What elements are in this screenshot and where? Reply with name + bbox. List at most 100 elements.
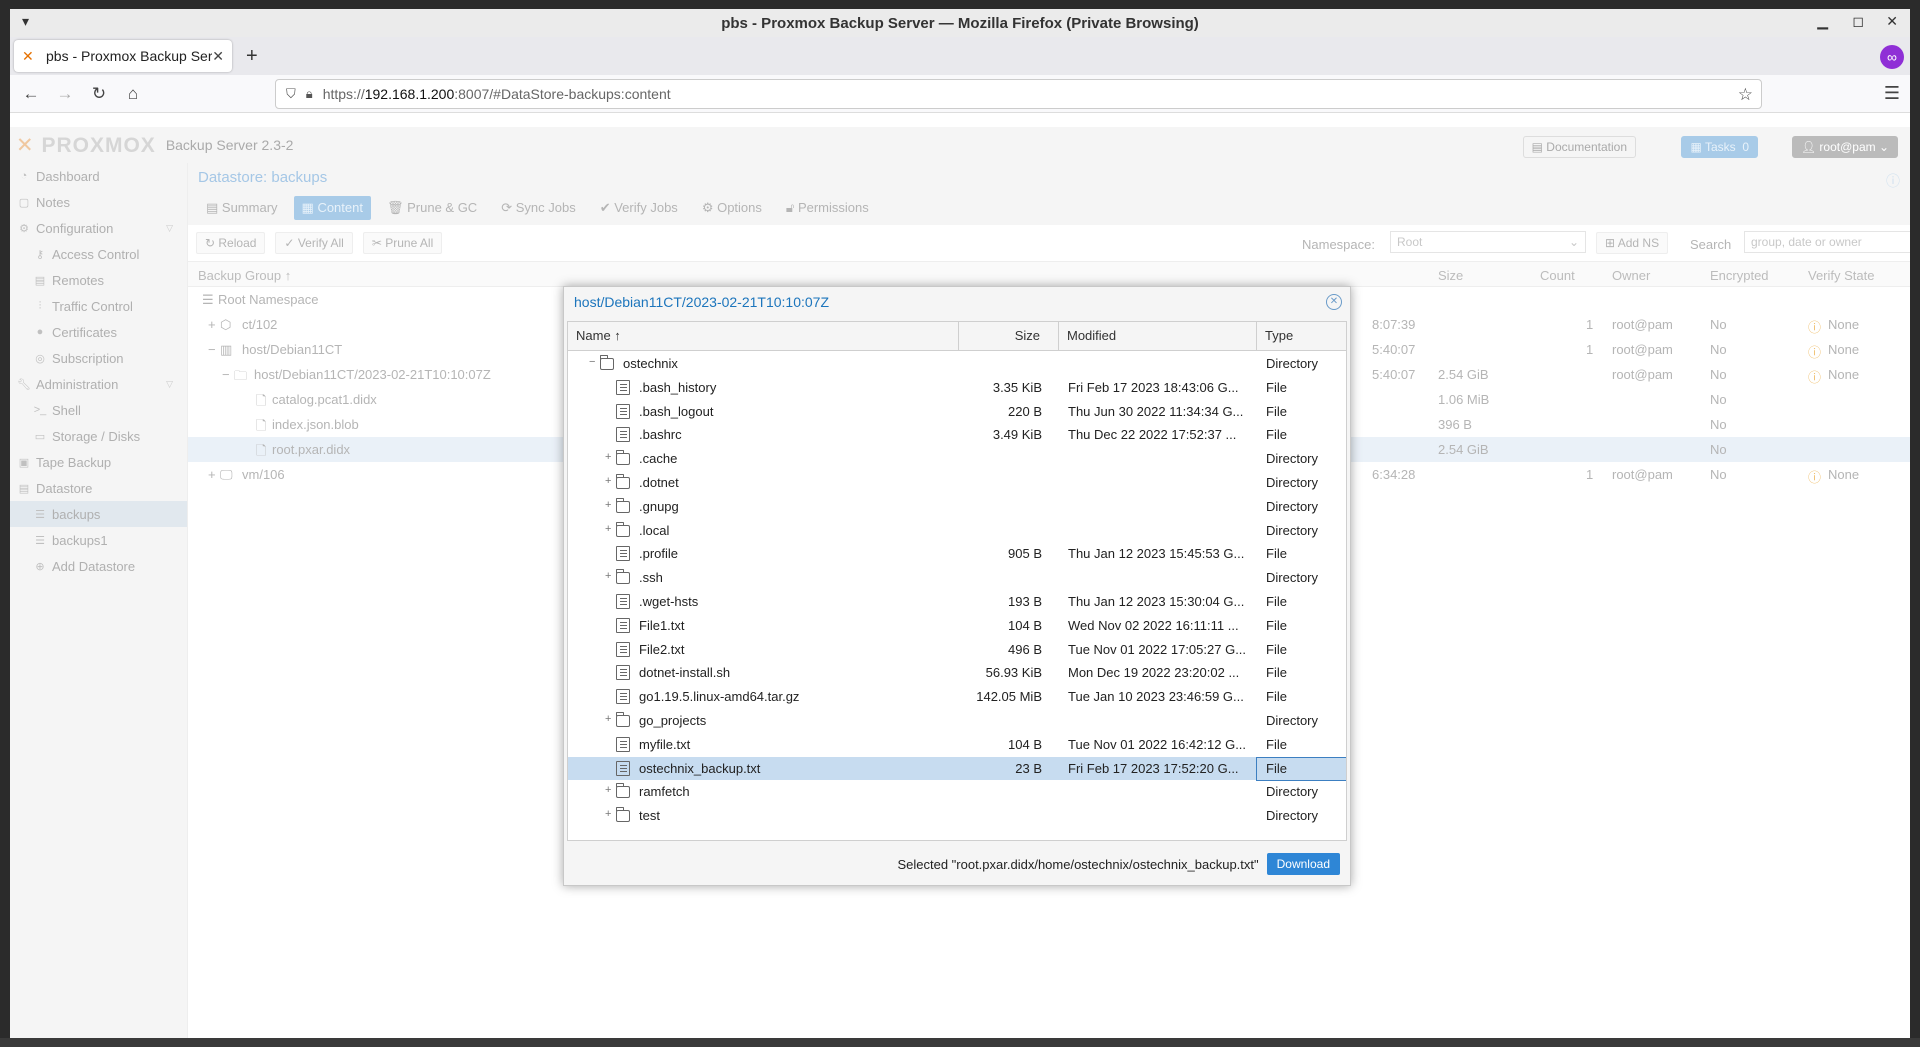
file-type: Directory [1266, 522, 1319, 538]
file-name: .bashrc [639, 427, 682, 443]
file-size: 104 B [1008, 617, 1042, 633]
file-name: .ssh [639, 570, 663, 586]
folder-icon [616, 450, 630, 466]
expander-icon[interactable]: + [605, 571, 614, 582]
list-item[interactable]: dotnet-install.sh 56.93 KiB Mon Dec 19 202… [568, 661, 1346, 685]
list-item[interactable]: + .cache Directory [568, 447, 1346, 471]
file-icon [616, 403, 630, 419]
file-icon [616, 593, 630, 609]
file-name: test [639, 808, 660, 824]
file-modified: Thu Dec 22 2022 17:52:37 ... [1068, 427, 1237, 443]
file-name: .bash_history [639, 379, 717, 395]
file-type: File [1266, 760, 1287, 776]
file-grid-header: Name ↑ Size Modified Type [568, 322, 1346, 351]
file-modified: Mon Dec 19 2022 23:20:02 ... [1068, 665, 1240, 681]
file-size: 104 B [1008, 736, 1042, 752]
col-modified[interactable]: Modified [1059, 322, 1257, 351]
expander-icon[interactable]: + [605, 452, 614, 463]
expander-icon[interactable]: + [605, 809, 614, 820]
file-size: 3.35 KiB [992, 379, 1042, 395]
file-type: Directory [1266, 570, 1319, 586]
file-icon [616, 760, 630, 776]
file-type: Directory [1266, 356, 1319, 371]
list-item[interactable]: File1.txt 104 B Wed Nov 02 2022 16:11:11 .… [568, 614, 1346, 638]
list-item[interactable]: + test Directory [568, 804, 1346, 828]
list-item[interactable]: + .ssh Directory [568, 566, 1346, 590]
list-item[interactable]: go1.19.5.linux-amd64.tar.gz 142.05 MiB Tue… [568, 685, 1346, 709]
selected-path-text: Selected "root.pxar.didx/home/ostechnix/… [897, 856, 1259, 872]
file-type: Directory [1266, 451, 1319, 467]
file-size: 220 B [1008, 403, 1042, 419]
file-browser-dialog: host/Debian11CT/2023-02-21T10:10:07Z ✕ N… [563, 286, 1351, 886]
file-name: .local [639, 522, 670, 538]
file-type: File [1266, 403, 1287, 419]
list-item[interactable]: .bashrc 3.49 KiB Thu Dec 22 2022 17:52:37 … [568, 423, 1346, 447]
file-modified: Thu Jan 12 2023 15:45:53 G... [1068, 546, 1245, 562]
file-name: ramfetch [639, 784, 690, 800]
file-name: ostechnix [623, 356, 678, 371]
file-name: dotnet-install.sh [639, 665, 731, 681]
close-icon[interactable]: ✕ [1326, 294, 1342, 310]
expander-icon[interactable]: + [605, 785, 614, 796]
expander-icon[interactable]: + [605, 499, 614, 511]
col-size[interactable]: Size [959, 322, 1059, 351]
expander-icon[interactable]: + [605, 523, 614, 535]
file-modified: Fri Feb 17 2023 18:43:06 G... [1068, 379, 1239, 395]
list-item[interactable]: .wget-hsts 193 B Thu Jan 12 2023 15:30:04 … [568, 590, 1346, 614]
file-name: File2.txt [639, 641, 685, 657]
expander-icon[interactable]: − [589, 357, 598, 368]
file-modified: Tue Jan 10 2023 23:46:59 G... [1068, 689, 1244, 705]
file-type: Directory [1266, 808, 1319, 824]
list-item[interactable]: ostechnix_backup.txt 23 B Fri Feb 17 2023 … [568, 756, 1346, 781]
list-item[interactable]: + .dotnet Directory [568, 471, 1346, 495]
list-item[interactable]: − ostechnix Directory [568, 352, 1346, 376]
list-item[interactable]: myfile.txt 104 B Tue Nov 01 2022 16:42:12 … [568, 733, 1346, 757]
file-type: File [1266, 546, 1287, 562]
list-item[interactable]: + go_projects Directory [568, 709, 1346, 733]
file-modified: Fri Feb 17 2023 17:52:20 G... [1068, 760, 1239, 776]
list-item[interactable]: File2.txt 496 B Tue Nov 01 2022 17:05:27 G… [568, 638, 1346, 662]
file-name: .cache [639, 451, 678, 467]
file-icon [616, 546, 630, 562]
col-name[interactable]: Name ↑ [568, 322, 959, 351]
file-type: Directory [1266, 474, 1319, 490]
download-button[interactable]: Download [1266, 853, 1340, 875]
file-icon [616, 379, 630, 395]
file-name: .profile [639, 546, 679, 562]
file-size: 3.49 KiB [992, 427, 1042, 443]
file-modified: Tue Nov 01 2022 17:05:27 G... [1068, 641, 1247, 657]
expander-icon[interactable]: + [605, 713, 614, 725]
file-modified: Tue Nov 01 2022 16:42:12 G... [1068, 736, 1247, 752]
file-name: ostechnix_backup.txt [639, 760, 761, 776]
file-icon [616, 641, 630, 657]
file-icon [616, 665, 630, 681]
folder-icon [616, 711, 630, 727]
list-item[interactable]: + .gnupg Directory [568, 495, 1346, 519]
file-modified: Wed Nov 02 2022 16:11:11 ... [1068, 617, 1239, 633]
list-item[interactable]: .bash_history 3.35 KiB Fri Feb 17 2023 18:… [568, 376, 1346, 400]
file-name: .bash_logout [639, 403, 714, 419]
col-type[interactable]: Type [1257, 322, 1346, 351]
list-item[interactable]: + .local Directory [568, 519, 1346, 543]
folder-icon [616, 807, 630, 823]
file-size: 193 B [1008, 593, 1042, 609]
folder-icon [616, 783, 630, 799]
dialog-title: host/Debian11CT/2023-02-21T10:10:07Z ✕ [564, 287, 1350, 317]
file-name: myfile.txt [639, 736, 691, 752]
list-item[interactable]: + ramfetch Directory [568, 780, 1346, 804]
folder-icon [616, 473, 630, 489]
file-type: Directory [1266, 498, 1319, 514]
file-size: 496 B [1008, 641, 1042, 657]
expander-icon[interactable]: + [605, 475, 614, 487]
file-type: File [1266, 689, 1287, 705]
file-modified: Thu Jan 12 2023 15:30:04 G... [1068, 593, 1245, 609]
folder-icon [616, 521, 630, 537]
file-type: File [1266, 641, 1287, 657]
list-item[interactable]: .profile 905 B Thu Jan 12 2023 15:45:53 G.… [568, 542, 1346, 566]
list-item[interactable]: .bash_logout 220 B Thu Jun 30 2022 11:34:3… [568, 400, 1346, 424]
file-size: 905 B [1008, 546, 1042, 562]
file-type: File [1266, 593, 1287, 609]
file-type: File [1266, 427, 1287, 443]
folder-icon [616, 497, 630, 513]
file-type: File [1266, 617, 1287, 633]
